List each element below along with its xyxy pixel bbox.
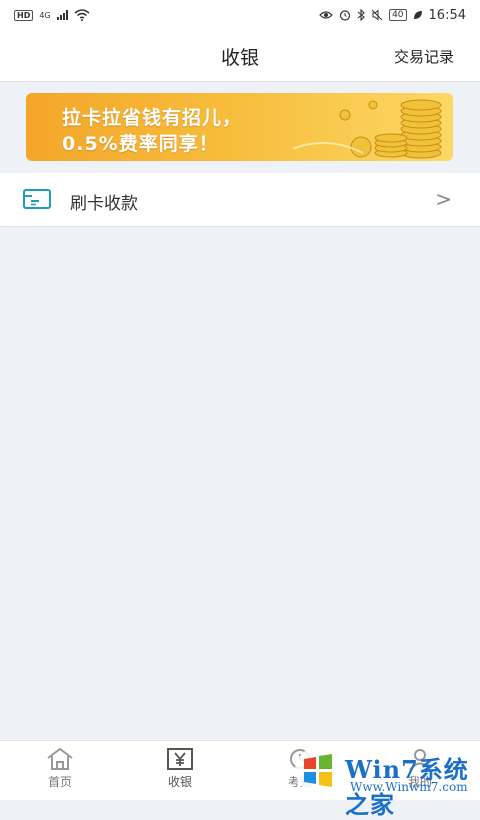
chevron-right-icon: > xyxy=(435,187,452,211)
eye-icon xyxy=(319,11,333,19)
alarm-icon xyxy=(339,10,351,21)
wifi-icon xyxy=(74,9,90,21)
user-icon xyxy=(409,749,431,771)
banner-line2: 0.5%费率同享！ xyxy=(62,133,219,155)
banner-line1: 拉卡拉省钱有招儿， xyxy=(62,107,243,129)
status-time: 16:54 xyxy=(428,7,466,23)
card-payment-label: 刷卡收款 xyxy=(70,194,138,214)
status-left: HD 4G xyxy=(14,9,90,21)
tab-cashier-label: 收银 xyxy=(167,775,192,789)
transaction-records-link[interactable]: 交易记录 xyxy=(394,46,454,67)
header: 收银 交易记录 xyxy=(0,30,480,82)
bottom-tab-bar: 首页 收银 考勤 我的 xyxy=(0,740,480,800)
tab-mine-label: 我的 xyxy=(407,775,432,789)
coins-icon xyxy=(293,99,442,159)
tab-home[interactable]: 首页 xyxy=(0,741,120,800)
leaf-icon xyxy=(413,11,422,19)
tab-attendance-label: 考勤 xyxy=(287,775,312,789)
tab-mine[interactable]: 我的 xyxy=(360,741,480,800)
promo-banner[interactable]: 拉卡拉省钱有招儿， 0.5%费率同享！ xyxy=(26,93,453,161)
bluetooth-icon xyxy=(357,9,365,21)
tab-home-label: 首页 xyxy=(47,775,72,789)
signal-icon xyxy=(56,10,68,20)
hd-badge: HD xyxy=(14,9,34,21)
battery-icon: 40 xyxy=(389,9,407,21)
tab-attendance[interactable]: 考勤 xyxy=(240,741,360,800)
clock-icon xyxy=(290,749,310,769)
status-bar: HD 4G 40 16:54 xyxy=(0,0,480,30)
yen-cash-register-icon xyxy=(167,748,193,770)
status-right: 40 16:54 xyxy=(319,8,466,23)
card-payment-row[interactable]: 刷卡收款 > xyxy=(0,173,480,227)
tab-cashier[interactable]: 收银 xyxy=(120,741,240,800)
card-reader-icon xyxy=(23,189,51,209)
mute-icon xyxy=(371,9,383,21)
home-icon xyxy=(47,747,73,770)
network-type: 4G xyxy=(39,10,51,20)
